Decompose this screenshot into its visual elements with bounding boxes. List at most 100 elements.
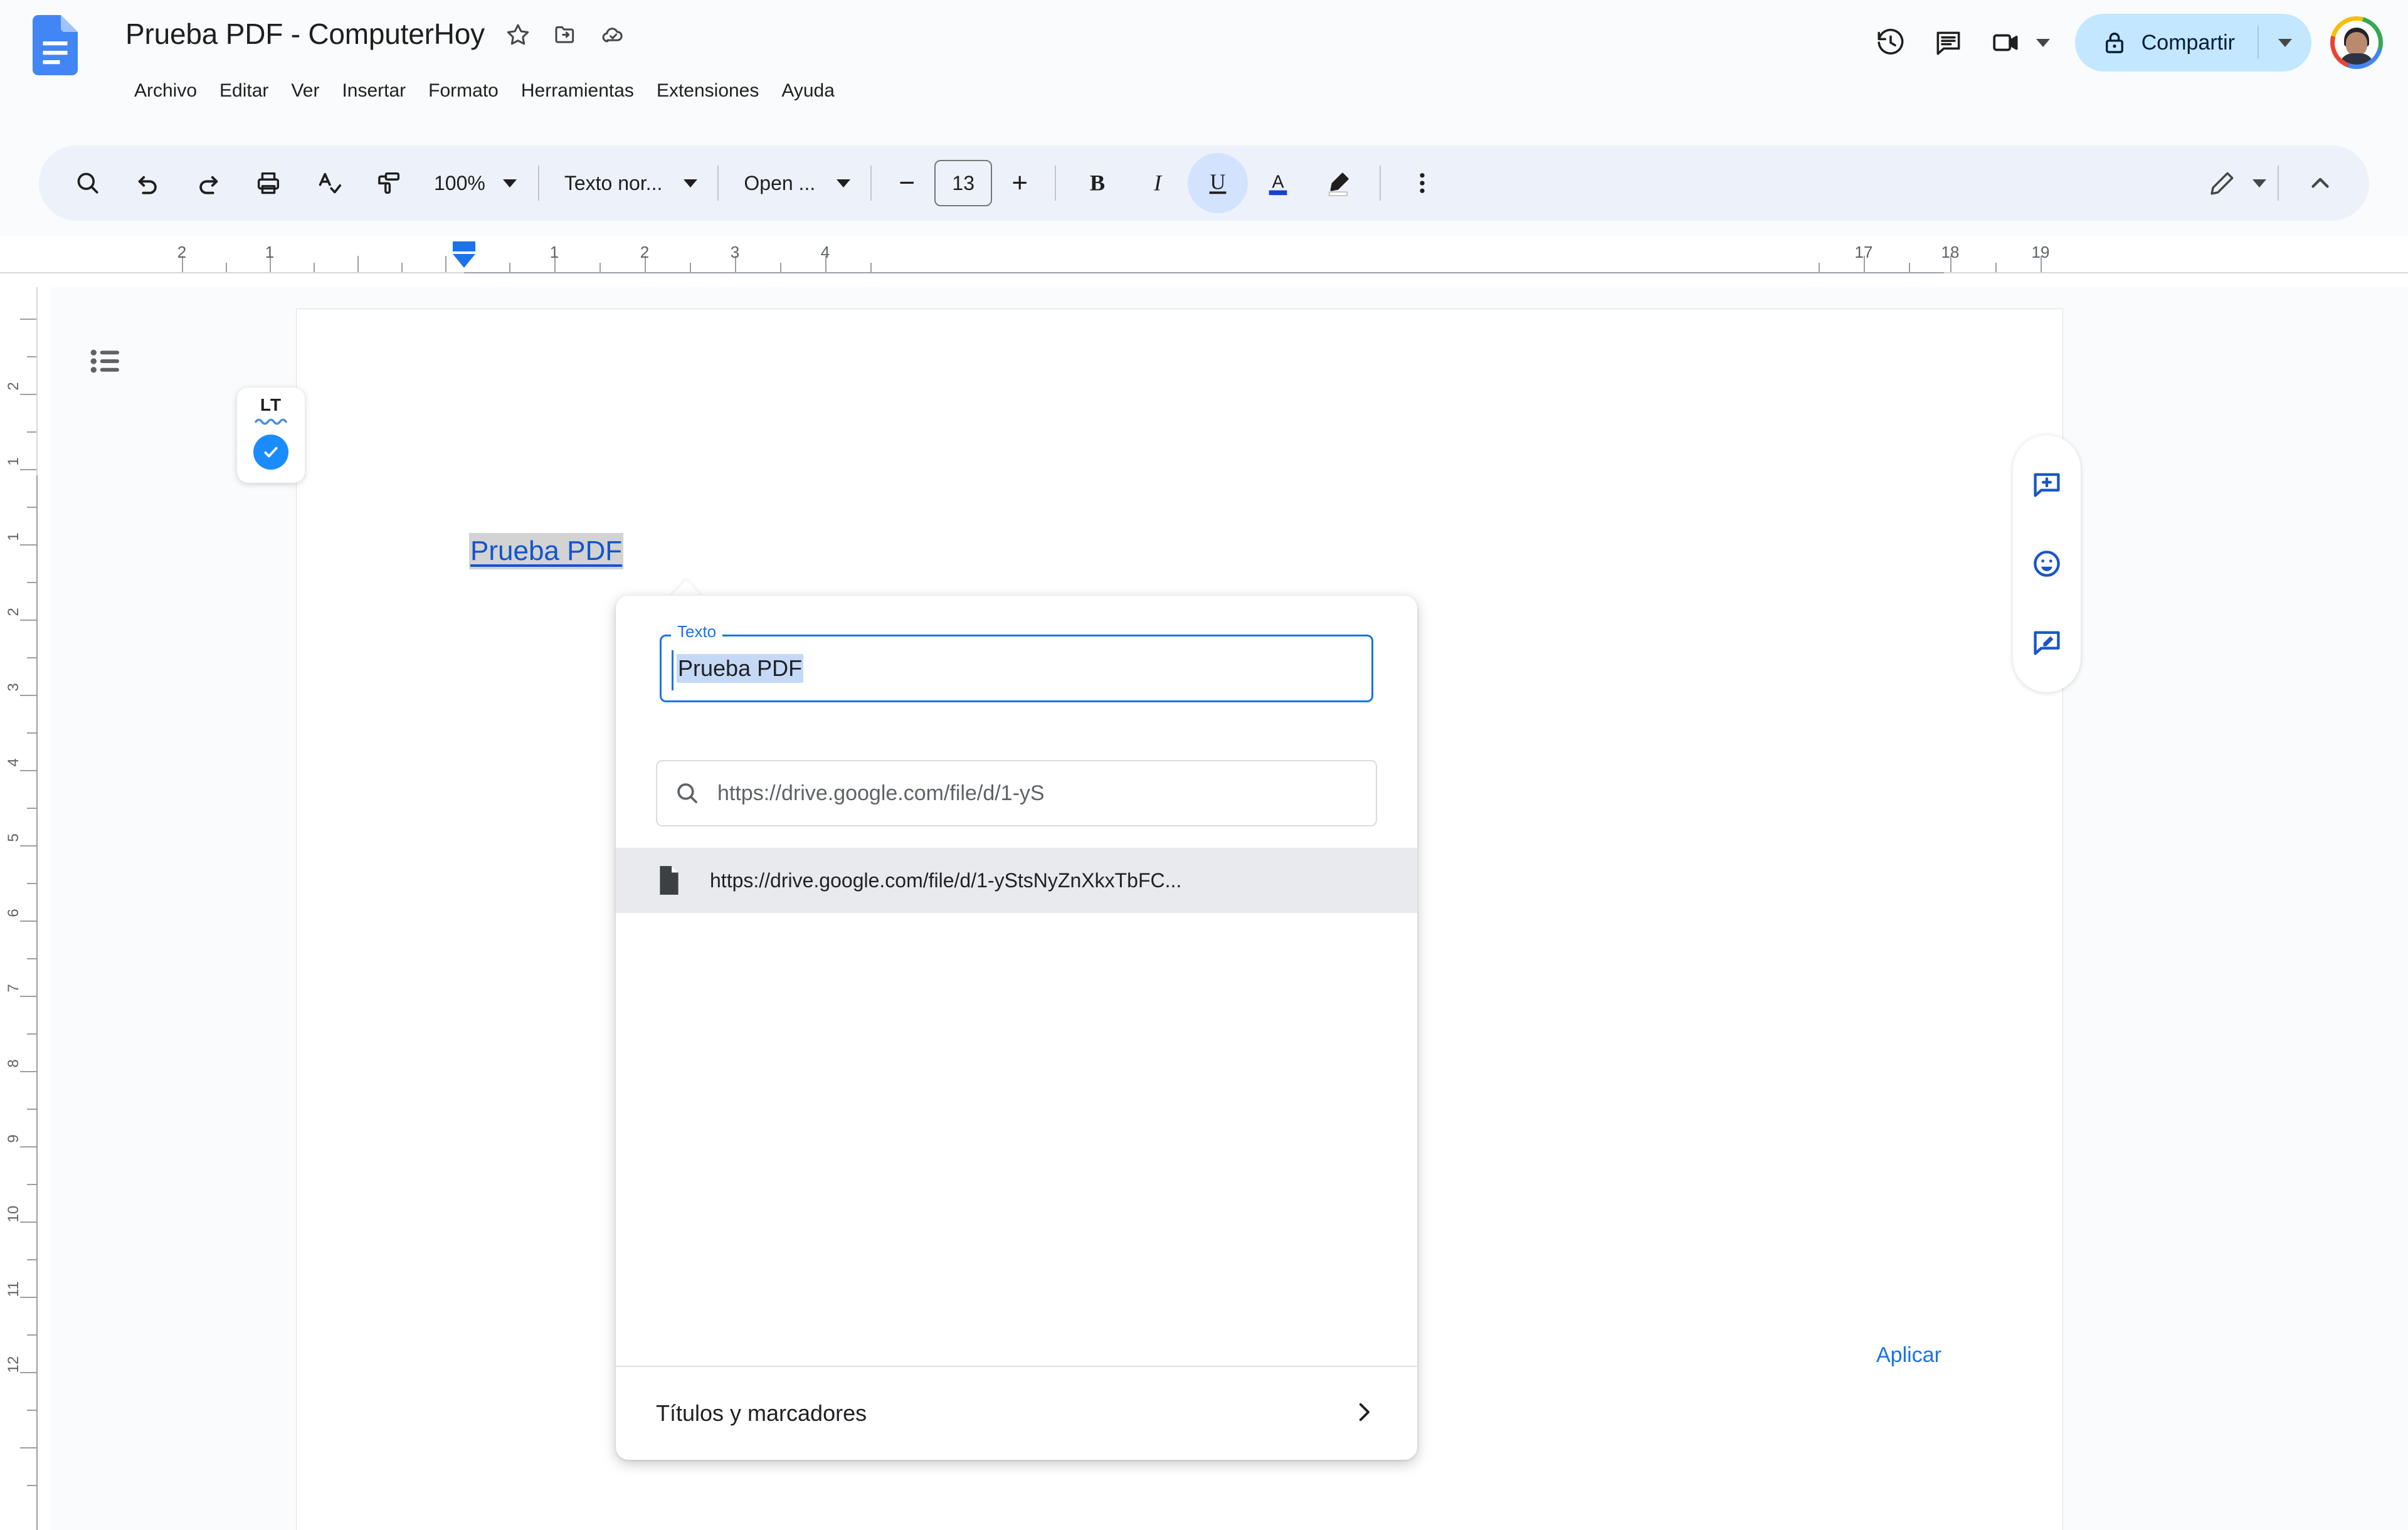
font-size-increase-button[interactable]: + bbox=[996, 159, 1043, 207]
ruler-margin-line-right bbox=[1944, 272, 2408, 273]
bold-button[interactable]: B bbox=[1067, 153, 1127, 213]
chevron-up-icon[interactable] bbox=[2290, 153, 2350, 213]
ruler-number: 3 bbox=[730, 243, 740, 261]
link-text-input[interactable]: Prueba PDF bbox=[660, 635, 1373, 702]
apply-link-button[interactable]: Aplicar bbox=[1876, 1343, 1941, 1368]
page-title[interactable]: Prueba PDF - ComputerHoy bbox=[120, 14, 490, 55]
ruler-number: 6 bbox=[5, 909, 22, 917]
meet-group[interactable] bbox=[1977, 14, 2059, 71]
menu-herramientas[interactable]: Herramientas bbox=[510, 75, 645, 107]
font-dropdown[interactable]: Open ... bbox=[730, 157, 859, 209]
toolbar-right-group bbox=[2192, 153, 2350, 213]
ruler-number: 2 bbox=[640, 243, 650, 261]
menu-editar[interactable]: Editar bbox=[208, 75, 280, 107]
link-url-row[interactable]: https://drive.google.com/file/d/1-yS bbox=[656, 760, 1377, 826]
undo-icon[interactable] bbox=[118, 153, 178, 213]
ruler-number: 1 bbox=[265, 243, 275, 261]
google-docs-window: Prueba PDF - ComputerHoy Archivo Editar … bbox=[0, 0, 2408, 1530]
star-icon[interactable] bbox=[499, 15, 537, 54]
avatar[interactable] bbox=[2330, 16, 2383, 69]
ruler-number: 3 bbox=[5, 683, 22, 692]
redo-icon[interactable] bbox=[178, 153, 238, 213]
toolbar-divider bbox=[1055, 166, 1057, 201]
ruler-number: 4 bbox=[5, 758, 22, 767]
menu-extensiones[interactable]: Extensiones bbox=[645, 75, 770, 107]
paragraph-style-dropdown[interactable]: Texto nor... bbox=[551, 157, 707, 209]
menu-ver[interactable]: Ver bbox=[280, 75, 330, 107]
ruler-number: 5 bbox=[5, 833, 22, 842]
italic-button[interactable]: I bbox=[1127, 153, 1188, 213]
toolbar-divider bbox=[870, 166, 872, 201]
menu-insertar[interactable]: Insertar bbox=[330, 75, 417, 107]
app-header: Prueba PDF - ComputerHoy Archivo Editar … bbox=[0, 0, 2408, 130]
zoom-value: 100% bbox=[434, 171, 485, 194]
paint-format-icon[interactable] bbox=[359, 153, 419, 213]
ruler-number: 2 bbox=[5, 382, 22, 391]
text-color-button[interactable]: A bbox=[1248, 153, 1308, 213]
menu-ayuda[interactable]: Ayuda bbox=[770, 75, 846, 107]
share-chevron-down-icon[interactable] bbox=[2259, 14, 2311, 71]
link-suggestion-item[interactable]: https://drive.google.com/file/d/1-yStsNy… bbox=[616, 848, 1417, 913]
link-suggestion-label: https://drive.google.com/file/d/1-yStsNy… bbox=[710, 868, 1182, 892]
ruler-number: 12 bbox=[5, 1356, 22, 1373]
file-doc-icon bbox=[656, 865, 700, 896]
ruler-number: 4 bbox=[820, 243, 830, 261]
title-row: Prueba PDF - ComputerHoy bbox=[120, 14, 633, 55]
ruler-number: 18 bbox=[1941, 243, 1960, 261]
font-size-decrease-button[interactable]: − bbox=[883, 159, 931, 207]
search-icon[interactable] bbox=[58, 153, 118, 213]
ruler-number: 2 bbox=[177, 243, 187, 261]
more-vertical-icon[interactable] bbox=[1392, 153, 1452, 213]
menu-formato[interactable]: Formato bbox=[417, 75, 510, 107]
font-size-input[interactable]: 13 bbox=[934, 160, 993, 206]
font-chevron-down-icon bbox=[837, 179, 851, 187]
style-chevron-down-icon bbox=[684, 179, 698, 187]
version-history-icon[interactable] bbox=[1862, 14, 1920, 71]
text-caret bbox=[672, 650, 673, 690]
video-camera-icon[interactable] bbox=[1977, 14, 2035, 71]
document-link-text[interactable]: Prueba PDF bbox=[469, 533, 624, 569]
menu-bar: Archivo Editar Ver Insertar Formato Herr… bbox=[123, 75, 846, 107]
chevron-right-icon bbox=[1351, 1399, 1377, 1428]
google-docs-icon[interactable] bbox=[33, 15, 78, 75]
highlight-pen-icon[interactable] bbox=[1308, 153, 1368, 213]
underline-button[interactable]: U bbox=[1188, 153, 1249, 213]
editing-mode-control[interactable] bbox=[2192, 153, 2266, 213]
meet-chevron-down-icon[interactable] bbox=[2036, 38, 2050, 47]
spellcheck-icon[interactable] bbox=[298, 153, 359, 213]
add-comment-icon[interactable] bbox=[2019, 457, 2074, 512]
headings-bookmarks-row[interactable]: Títulos y marcadores bbox=[616, 1367, 1417, 1460]
dialog-spacer bbox=[616, 913, 1417, 1366]
emoji-reaction-icon[interactable] bbox=[2019, 536, 2074, 591]
languagetool-logo-text: LT bbox=[260, 395, 282, 414]
print-icon[interactable] bbox=[238, 153, 298, 213]
link-url-input[interactable]: https://drive.google.com/file/d/1-yS bbox=[717, 781, 1376, 806]
suggest-edit-icon[interactable] bbox=[2019, 615, 2074, 670]
font-value: Open ... bbox=[744, 171, 816, 194]
link-text-field-wrapper: Prueba PDF Texto bbox=[660, 622, 1373, 702]
share-button[interactable]: Compartir bbox=[2074, 14, 2311, 71]
comment-history-icon[interactable] bbox=[1920, 14, 1977, 71]
left-indent-marker[interactable] bbox=[450, 240, 478, 276]
languagetool-widget[interactable]: LT bbox=[237, 388, 305, 483]
editing-mode-chevron-down-icon[interactable] bbox=[2252, 179, 2266, 187]
ruler-number: 1 bbox=[5, 457, 22, 466]
check-circle-icon[interactable] bbox=[253, 435, 288, 470]
languagetool-logo: LT bbox=[255, 396, 287, 426]
paragraph-style-value: Texto nor... bbox=[564, 171, 663, 194]
toolbar-divider bbox=[537, 166, 539, 201]
ruler-number: 7 bbox=[5, 984, 22, 993]
vertical-ruler[interactable]: 2 1 1 2 3 4 5 6 7 8 9 10 11 12 bbox=[0, 287, 50, 1530]
ruler-margin-line bbox=[0, 272, 464, 273]
move-folder-icon[interactable] bbox=[546, 15, 585, 54]
ruler-number: 1 bbox=[5, 532, 22, 541]
zoom-control[interactable]: 100% bbox=[419, 157, 527, 209]
horizontal-ruler[interactable]: 2 1 1 2 3 4 17 18 19 bbox=[0, 236, 2408, 287]
document-outline-icon[interactable] bbox=[65, 321, 145, 401]
header-actions: Compartir bbox=[1862, 14, 2383, 71]
search-icon bbox=[657, 779, 717, 807]
pencil-icon[interactable] bbox=[2192, 153, 2252, 213]
lock-icon bbox=[2101, 29, 2128, 56]
cloud-saved-icon[interactable] bbox=[594, 15, 633, 54]
menu-archivo[interactable]: Archivo bbox=[123, 75, 208, 107]
